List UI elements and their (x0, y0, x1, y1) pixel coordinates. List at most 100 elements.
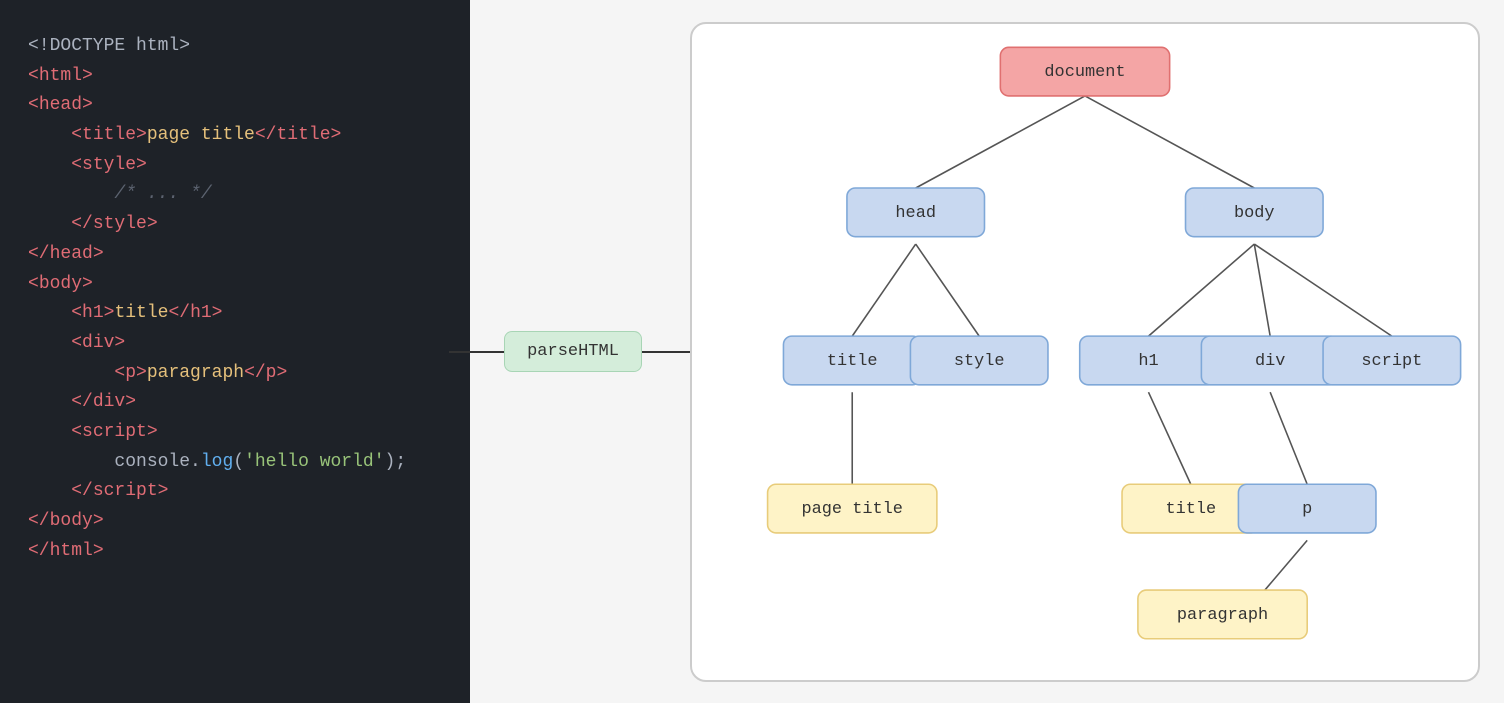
code-token: > (136, 155, 147, 175)
code-token: < (28, 333, 82, 353)
code-token: html (39, 66, 82, 86)
code-line: </div> (28, 388, 442, 418)
code-token: script (82, 422, 147, 442)
code-token: console (114, 452, 190, 472)
node-div: div (1255, 351, 1285, 370)
code-line: </head> (28, 240, 442, 270)
code-token: ( (233, 452, 244, 472)
arrow-section: parseHTML (470, 331, 690, 372)
code-token: </ (28, 392, 93, 412)
code-token: div (82, 333, 114, 353)
parse-html-label: parseHTML (527, 342, 619, 361)
code-token: paragraph (147, 363, 244, 383)
code-token: h1 (190, 303, 212, 323)
node-title: title (827, 351, 878, 370)
code-token: </ (28, 244, 50, 264)
main-container: <!DOCTYPE html><html><head> <title>page … (0, 0, 1504, 703)
code-token: > (331, 125, 342, 145)
node-style: style (954, 351, 1005, 370)
code-token: </ (168, 303, 190, 323)
code-line: <p>paragraph</p> (28, 359, 442, 389)
code-token: body (50, 511, 93, 531)
node-title2: title (1165, 500, 1216, 519)
code-token: html (50, 541, 93, 561)
code-token: < (28, 422, 82, 442)
code-line: </body> (28, 507, 442, 537)
code-token: > (82, 66, 93, 86)
code-token: > (82, 95, 93, 115)
code-token (28, 184, 114, 204)
code-line: </html> (28, 537, 442, 567)
code-token: style (93, 214, 147, 234)
code-token: < (28, 155, 82, 175)
code-token: > (93, 511, 104, 531)
code-token: title (276, 125, 330, 145)
code-token: head (39, 95, 82, 115)
code-line: </style> (28, 210, 442, 240)
node-paragraph: paragraph (1177, 605, 1268, 624)
code-token: > (82, 274, 93, 294)
code-token: > (147, 214, 158, 234)
arrow-line-left (449, 351, 504, 353)
node-p: p (1302, 500, 1312, 519)
code-line: <title>page title</title> (28, 121, 442, 151)
code-token: < (28, 274, 39, 294)
code-token: body (39, 274, 82, 294)
code-token: > (125, 392, 136, 412)
code-token: < (28, 363, 125, 383)
code-token: > (93, 541, 104, 561)
code-token: < (28, 95, 39, 115)
code-token: </ (255, 125, 277, 145)
node-page-title: page title (801, 500, 902, 519)
code-line: console.log('hello world'); (28, 448, 442, 478)
code-token: </ (28, 541, 50, 561)
code-token: p (125, 363, 136, 383)
code-line: <h1>title</h1> (28, 299, 442, 329)
code-token: < (28, 66, 39, 86)
tree-panel: document head body title style h1 div sc… (690, 22, 1480, 682)
code-token: > (114, 333, 125, 353)
code-token: page title (147, 125, 255, 145)
code-token: head (50, 244, 93, 264)
code-token: /* ... */ (114, 184, 211, 204)
code-panel: <!DOCTYPE html><html><head> <title>page … (0, 0, 470, 703)
code-token: > (136, 363, 147, 383)
tree-svg: document head body title style h1 div sc… (692, 24, 1478, 680)
node-script: script (1361, 351, 1422, 370)
code-token: title (82, 125, 136, 145)
code-token: > (104, 303, 115, 323)
code-token: > (158, 481, 169, 501)
code-token: </ (244, 363, 266, 383)
code-line: /* ... */ (28, 180, 442, 210)
code-token: . (190, 452, 201, 472)
code-line: <body> (28, 270, 442, 300)
code-token: </ (28, 214, 93, 234)
code-line: <html> (28, 62, 442, 92)
code-token: > (276, 363, 287, 383)
code-token: > (212, 303, 223, 323)
node-h1: h1 (1138, 351, 1158, 370)
code-token: style (82, 155, 136, 175)
code-token: script (93, 481, 158, 501)
code-token: log (201, 452, 233, 472)
code-token: p (266, 363, 277, 383)
code-token: h1 (82, 303, 104, 323)
code-token: title (114, 303, 168, 323)
node-document: document (1044, 63, 1125, 82)
code-token: > (93, 244, 104, 264)
code-token: > (136, 125, 147, 145)
code-token: > (147, 422, 158, 442)
code-token: </ (28, 481, 93, 501)
code-line: <head> (28, 91, 442, 121)
code-token: <!DOCTYPE html> (28, 36, 190, 56)
parse-html-box: parseHTML (504, 331, 642, 372)
node-body: body (1234, 203, 1275, 222)
node-head: head (895, 203, 936, 222)
code-line: <style> (28, 151, 442, 181)
code-token: </ (28, 511, 50, 531)
code-token: < (28, 125, 82, 145)
code-token: ); (385, 452, 407, 472)
code-line: <!DOCTYPE html> (28, 32, 442, 62)
code-token: < (28, 303, 82, 323)
code-token: div (93, 392, 125, 412)
